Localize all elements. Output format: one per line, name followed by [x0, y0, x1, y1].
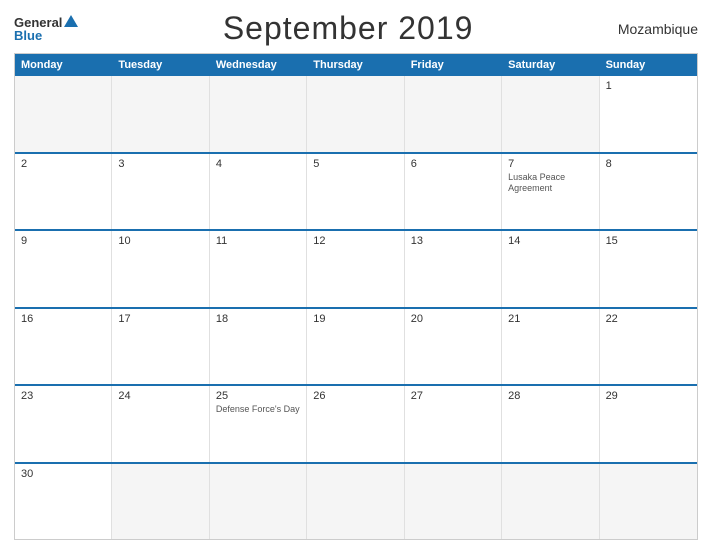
day-number: 9: [21, 235, 27, 247]
day-number: 29: [606, 390, 618, 402]
cell-sep-7: 7 Lusaka Peace Agreement: [502, 154, 599, 230]
cell-sep-28: 28: [502, 386, 599, 462]
cell-sep-30: 30: [15, 464, 112, 540]
cell-empty: [502, 464, 599, 540]
day-number: 2: [21, 158, 27, 170]
header-friday: Friday: [405, 54, 502, 76]
cell-sep-25: 25 Defense Force's Day: [210, 386, 307, 462]
cell-sep-20: 20: [405, 309, 502, 385]
cell-sep-1: 1: [600, 76, 697, 152]
header-thursday: Thursday: [307, 54, 404, 76]
cell-sep-2: 2: [15, 154, 112, 230]
cell-empty: [112, 464, 209, 540]
logo: General Blue: [14, 15, 78, 42]
header-saturday: Saturday: [502, 54, 599, 76]
cell-sep-22: 22: [600, 309, 697, 385]
calendar-row-5: 23 24 25 Defense Force's Day 26 27 28: [15, 384, 697, 462]
cell-sep-14: 14: [502, 231, 599, 307]
calendar: Monday Tuesday Wednesday Thursday Friday…: [14, 53, 698, 540]
cell-sep-9: 9: [15, 231, 112, 307]
cell-sep-12: 12: [307, 231, 404, 307]
cell-sep-23: 23: [15, 386, 112, 462]
event-label-defense: Defense Force's Day: [216, 404, 300, 416]
day-number: 23: [21, 390, 33, 402]
header-monday: Monday: [15, 54, 112, 76]
logo-triangle-icon: [64, 15, 78, 27]
country-label: Mozambique: [618, 21, 698, 37]
cell-empty: [405, 76, 502, 152]
calendar-row-6: 30: [15, 462, 697, 540]
day-number: 8: [606, 158, 612, 170]
calendar-row-2: 2 3 4 5 6 7 Lusaka Peace Agreement: [15, 152, 697, 230]
page-header: General Blue September 2019 Mozambique: [14, 10, 698, 47]
cell-sep-24: 24: [112, 386, 209, 462]
day-number: 6: [411, 158, 417, 170]
calendar-page: General Blue September 2019 Mozambique M…: [0, 0, 712, 550]
day-number: 19: [313, 313, 325, 325]
cell-empty: [600, 464, 697, 540]
day-number: 1: [606, 80, 612, 92]
day-number: 11: [216, 235, 227, 247]
cell-sep-18: 18: [210, 309, 307, 385]
day-number: 15: [606, 235, 618, 247]
cell-sep-11: 11: [210, 231, 307, 307]
cell-empty: [307, 464, 404, 540]
cell-sep-15: 15: [600, 231, 697, 307]
cell-empty: [210, 464, 307, 540]
cell-empty: [15, 76, 112, 152]
logo-blue-text: Blue: [14, 29, 42, 42]
calendar-header: Monday Tuesday Wednesday Thursday Friday…: [15, 54, 697, 76]
header-sunday: Sunday: [600, 54, 697, 76]
day-number: 18: [216, 313, 228, 325]
day-number: 21: [508, 313, 520, 325]
logo-general-text: General: [14, 16, 62, 29]
cell-sep-21: 21: [502, 309, 599, 385]
calendar-row-1: 1: [15, 76, 697, 152]
cell-empty: [210, 76, 307, 152]
cell-sep-10: 10: [112, 231, 209, 307]
day-number: 14: [508, 235, 520, 247]
day-number: 27: [411, 390, 423, 402]
cell-empty: [112, 76, 209, 152]
day-number: 20: [411, 313, 423, 325]
day-number: 16: [21, 313, 33, 325]
day-number: 22: [606, 313, 618, 325]
cell-sep-3: 3: [112, 154, 209, 230]
calendar-body: 1 2 3 4 5 6: [15, 76, 697, 539]
cell-sep-5: 5: [307, 154, 404, 230]
day-number: 24: [118, 390, 130, 402]
day-number: 10: [118, 235, 130, 247]
day-number: 26: [313, 390, 325, 402]
cell-sep-8: 8: [600, 154, 697, 230]
cell-sep-6: 6: [405, 154, 502, 230]
calendar-row-4: 16 17 18 19 20 21 22: [15, 307, 697, 385]
day-number: 28: [508, 390, 520, 402]
cell-sep-29: 29: [600, 386, 697, 462]
header-wednesday: Wednesday: [210, 54, 307, 76]
day-number: 3: [118, 158, 124, 170]
cell-sep-16: 16: [15, 309, 112, 385]
cell-sep-4: 4: [210, 154, 307, 230]
day-number: 30: [21, 468, 33, 480]
day-number: 12: [313, 235, 325, 247]
day-number: 5: [313, 158, 319, 170]
header-tuesday: Tuesday: [112, 54, 209, 76]
day-number: 13: [411, 235, 423, 247]
cell-empty: [405, 464, 502, 540]
event-label-lusaka: Lusaka Peace Agreement: [508, 172, 592, 195]
cell-sep-19: 19: [307, 309, 404, 385]
cell-sep-26: 26: [307, 386, 404, 462]
cell-sep-17: 17: [112, 309, 209, 385]
day-number: 4: [216, 158, 222, 170]
day-number: 17: [118, 313, 130, 325]
calendar-row-3: 9 10 11 12 13 14 15: [15, 229, 697, 307]
cell-sep-27: 27: [405, 386, 502, 462]
cell-sep-13: 13: [405, 231, 502, 307]
day-number: 25: [216, 390, 228, 402]
cell-empty: [307, 76, 404, 152]
day-number: 7: [508, 158, 514, 170]
cell-empty: [502, 76, 599, 152]
calendar-title: September 2019: [223, 10, 474, 47]
